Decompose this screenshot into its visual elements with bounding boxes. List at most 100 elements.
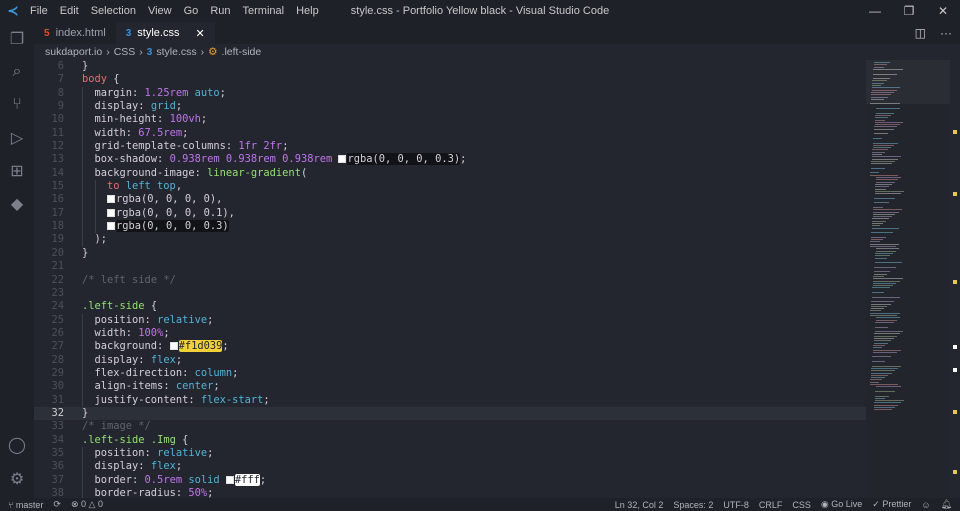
code-line[interactable]: 7 body { <box>34 73 866 86</box>
close-window-button[interactable]: ✕ <box>926 0 960 22</box>
code-line[interactable]: 30 align-items: center; <box>34 380 866 394</box>
line-code: } <box>64 60 88 73</box>
code-line[interactable]: 33 /* image */ <box>34 420 866 433</box>
code-line[interactable]: 25 position: relative; <box>34 313 866 327</box>
code-line[interactable]: 9 display: grid; <box>34 100 866 114</box>
code-line[interactable]: 17 rgba(0, 0, 0, 0.1), <box>34 206 866 221</box>
code-line[interactable]: 21 <box>34 260 866 273</box>
code-line[interactable]: 18 rgba(0, 0, 0, 0.3) <box>34 220 866 234</box>
vertical-scrollbar[interactable] <box>950 60 960 498</box>
minimize-button[interactable]: — <box>858 0 892 22</box>
minimap-line <box>875 248 899 250</box>
code-line[interactable]: 34 .left-side .Img { <box>34 434 866 447</box>
tab-style-css[interactable]: 3 style.css ✕ <box>115 22 215 44</box>
menu-view[interactable]: View <box>142 5 178 17</box>
menu-file[interactable]: File <box>24 5 54 17</box>
code-line[interactable]: 32} <box>34 406 866 421</box>
code-token: rgba(0, 0, 0, 0.1) <box>116 206 229 219</box>
account-icon[interactable]: ◯ <box>0 428 34 461</box>
explorer-icon[interactable]: ❐ <box>0 22 34 55</box>
line-number: 14 <box>51 166 64 179</box>
menu-run[interactable]: Run <box>204 5 236 17</box>
line-code: border: 0.5rem solid #fff; <box>64 473 266 487</box>
docker-icon[interactable]: ◆ <box>0 187 34 220</box>
code-line[interactable]: 12 grid-template-columns: 1fr 2fr; <box>34 140 866 154</box>
code-line[interactable]: 8 margin: 1.25rem auto; <box>34 86 866 101</box>
color-swatch-icon <box>107 195 115 204</box>
minimap-line <box>873 206 883 208</box>
code-line[interactable]: 28 display: flex; <box>34 353 866 367</box>
code-line[interactable]: 38 border-radius: 50%; <box>34 487 866 498</box>
menu-go[interactable]: Go <box>178 5 205 17</box>
menu-selection[interactable]: Selection <box>85 5 142 17</box>
tab-index-html[interactable]: 5 index.html <box>34 22 116 44</box>
minimap[interactable] <box>866 60 950 498</box>
code-line[interactable]: 23 <box>34 287 866 300</box>
code-line[interactable]: 22 /* left side */ <box>34 274 866 287</box>
code-token: ; <box>222 340 229 353</box>
minimap-line <box>873 342 888 344</box>
minimap-line <box>873 340 891 342</box>
minimap-slider[interactable] <box>866 60 950 104</box>
encoding[interactable]: UTF-8 <box>723 500 749 510</box>
minimap-line <box>875 181 895 183</box>
warning-count: 0 <box>97 499 103 509</box>
line-code: background-image: linear-gradient( <box>64 166 307 181</box>
code-line[interactable]: 16 rgba(0, 0, 0, 0), <box>34 193 866 207</box>
extensions-icon[interactable]: ⊞ <box>0 154 34 187</box>
search-icon[interactable]: ⌕ <box>0 55 34 88</box>
settings-gear-icon[interactable]: ⚙ <box>0 462 34 495</box>
notifications-icon[interactable]: 🔔︎ <box>941 499 952 510</box>
feedback-icon[interactable]: ☺ <box>921 500 930 510</box>
breadcrumb-item[interactable]: sukdaport.io <box>45 46 102 58</box>
language-mode[interactable]: CSS <box>792 500 811 510</box>
minimap-line <box>873 133 888 135</box>
breadcrumb-item[interactable]: .left-side <box>222 46 262 58</box>
go-live-button[interactable]: ◉ Go Live <box>821 499 862 510</box>
code-token: ; <box>175 353 183 366</box>
code-line[interactable]: 37 border: 0.5rem solid #fff; <box>34 473 866 487</box>
code-token: ; <box>182 126 189 139</box>
problems-indicator[interactable]: ⊗ 0 △ 0 <box>71 499 103 510</box>
code-line[interactable]: 19); <box>34 233 866 247</box>
code-line[interactable]: 13 box-shadow: 0.938rem 0.938rem 0.938rem… <box>34 153 866 167</box>
sync-icon[interactable]: ⟳ <box>53 499 61 510</box>
line-ending[interactable]: CRLF <box>759 500 783 510</box>
minimap-line <box>871 367 898 369</box>
code-editor[interactable]: 6} 7 body {8 margin: 1.25rem auto; 9 display:… <box>34 60 866 498</box>
code-line[interactable]: 6} <box>34 60 866 73</box>
menu-terminal[interactable]: Terminal <box>237 5 291 17</box>
code-line[interactable]: 36 display: flex; <box>34 460 866 474</box>
split-editor-icon[interactable]: ◫ <box>915 26 926 40</box>
code-line[interactable]: 15 to left top, <box>34 180 866 194</box>
breadcrumb-item[interactable]: style.css <box>156 46 196 58</box>
branch-indicator[interactable]: ⑂ master <box>8 500 43 510</box>
code-line[interactable]: 29 flex-direction: column; <box>34 366 866 381</box>
restore-button[interactable]: ❐ <box>892 0 926 22</box>
breadcrumb-item[interactable]: CSS <box>114 46 136 58</box>
code-token: rgba(0, 0, 0, 0.3) <box>116 220 229 233</box>
indentation[interactable]: Spaces: 2 <box>673 500 713 510</box>
code-line[interactable]: 24 .left-side { <box>34 300 866 313</box>
cursor-position[interactable]: Ln 32, Col 2 <box>615 500 664 510</box>
code-line[interactable]: 10 min-height: 100vh; <box>34 113 866 127</box>
close-tab-icon[interactable]: ✕ <box>195 27 204 40</box>
menu-help[interactable]: Help <box>290 5 325 17</box>
more-actions-icon[interactable]: ··· <box>940 26 952 40</box>
source-control-icon[interactable]: ⑂ <box>0 88 34 121</box>
prettier-button[interactable]: ✓ Prettier <box>872 499 911 510</box>
code-line[interactable]: 20} <box>34 247 866 260</box>
code-line[interactable]: 35 position: relative; <box>34 446 866 461</box>
code-line[interactable]: 31 justify-content: flex-start; <box>34 393 866 407</box>
menu-edit[interactable]: Edit <box>54 5 85 17</box>
minimap-line <box>875 321 894 323</box>
run-debug-icon[interactable]: ▷ <box>0 121 34 154</box>
code-line[interactable]: 27 background: #f1d039; <box>34 340 866 354</box>
code-line[interactable]: 26 width: 100%; <box>34 326 866 341</box>
line-number: 26 <box>51 326 64 339</box>
line-number: 22 <box>51 273 64 286</box>
minimap-line <box>873 278 903 280</box>
code-line[interactable]: 14 background-image: linear-gradient( <box>34 166 866 181</box>
code-line[interactable]: 11 width: 67.5rem; <box>34 126 866 141</box>
overview-marker <box>953 368 957 372</box>
